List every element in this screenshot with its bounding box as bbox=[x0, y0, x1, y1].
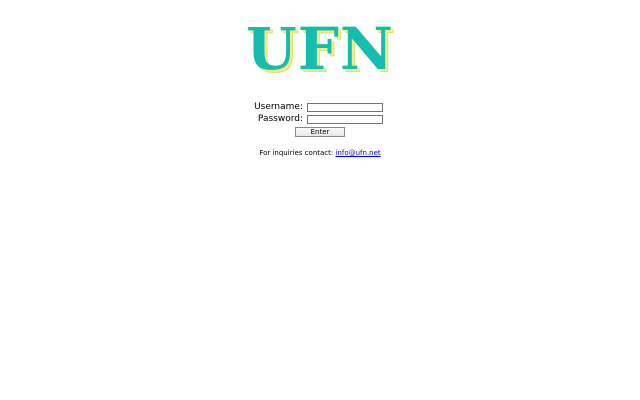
username-label: Username: bbox=[254, 102, 303, 112]
password-row: Password: bbox=[0, 114, 640, 126]
password-input[interactable] bbox=[307, 115, 383, 124]
contact-prefix: For inquiries contact: bbox=[259, 149, 334, 157]
contact-line: For inquiries contact: info@ufn.net bbox=[0, 148, 640, 158]
contact-email-link[interactable]: info@ufn.net bbox=[335, 149, 380, 157]
enter-button[interactable]: Enter bbox=[295, 127, 345, 137]
ufn-logo: UFN bbox=[246, 15, 394, 83]
username-row: Username: bbox=[0, 102, 640, 114]
username-input[interactable] bbox=[307, 103, 383, 112]
password-label: Password: bbox=[257, 114, 303, 124]
